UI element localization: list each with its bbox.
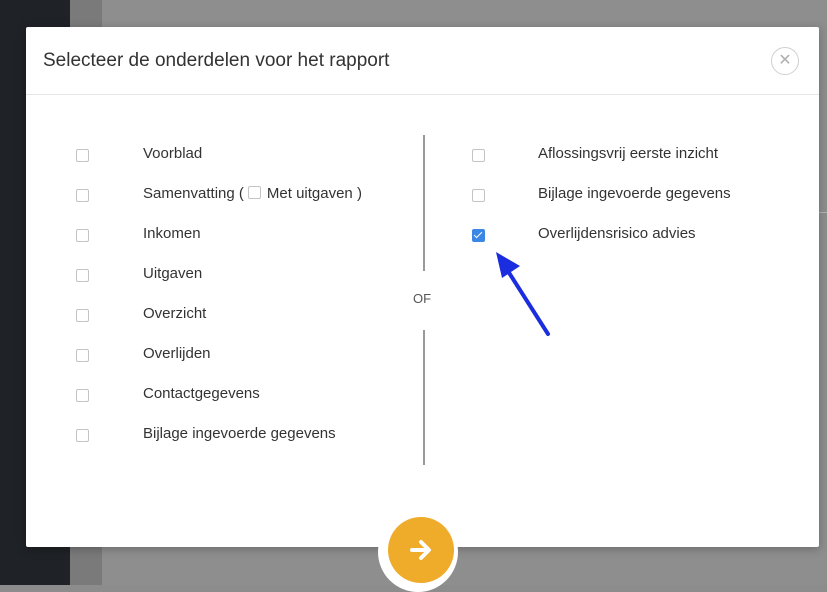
or-label: OF [413,291,432,306]
checkbox[interactable] [472,189,485,202]
modal-header: Selecteer de onderdelen voor het rapport… [26,27,819,95]
modal-title: Selecteer de onderdelen voor het rapport [43,50,390,71]
checkbox[interactable] [76,269,89,282]
option-label: Bijlage ingevoerde gegevens [143,425,336,442]
checkbox[interactable] [76,149,89,162]
option-label: Inkomen [143,225,201,242]
checkbox-checked[interactable] [472,229,485,242]
checkbox[interactable] [76,349,89,362]
checkbox[interactable] [76,429,89,442]
option-label: Overlijdensrisico advies [538,225,696,242]
checkbox[interactable] [76,189,89,202]
option-label-text: Samenvatting ( [143,185,244,202]
checkbox[interactable] [76,309,89,322]
checkbox[interactable] [76,389,89,402]
met-uitgaven-label: Met uitgaven ) [266,185,362,202]
option-label: Aflossingsvrij eerste inzicht [538,145,719,162]
option-label: Samenvatting ( Met uitgaven ) [143,185,362,202]
checkbox[interactable] [472,149,485,162]
arrow-right-icon [410,540,431,560]
option-label: Voorblad [143,145,203,162]
option-label: Overzicht [143,305,207,322]
report-sections-modal: Selecteer de onderdelen voor het rapport… [26,27,819,547]
divider-bottom [423,330,425,465]
next-button[interactable] [388,517,454,583]
option-label: Contactgegevens [143,385,260,402]
close-button[interactable]: ✕ [771,47,799,75]
option-label: Bijlage ingevoerde gegevens [538,185,731,202]
option-label: Overlijden [143,345,211,362]
checkbox[interactable] [76,229,89,242]
divider-top [423,135,425,271]
close-icon: ✕ [778,52,792,69]
pointer-arrow-icon [496,252,550,336]
option-label: Uitgaven [143,265,203,282]
met-uitgaven-checkbox[interactable] [247,186,261,199]
